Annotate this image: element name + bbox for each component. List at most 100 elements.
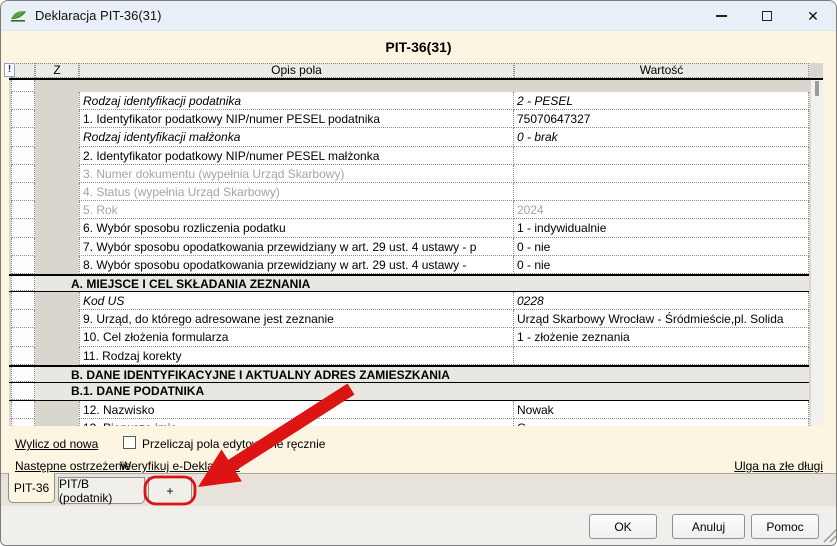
row-indicator-cell <box>11 128 35 147</box>
field-value[interactable]: 75070647327 <box>514 110 809 129</box>
table-row[interactable]: 9. Urząd, do którego adresowane jest zez… <box>9 310 809 329</box>
field-value[interactable]: G <box>514 419 809 426</box>
declaration-table: ! Z Opis pola Wartość Rodzaj identyfikac… <box>4 63 823 426</box>
row-indicator-cell <box>11 182 35 202</box>
titlebar: Deklaracja PIT-36(31) ✕ <box>1 1 836 31</box>
form-content: PIT-36(31) ! Z Opis pola Wartość Rodzaj … <box>1 31 836 473</box>
field-value[interactable]: Urząd Skarbowy Wrocław - Śródmieście,pl.… <box>514 310 809 329</box>
row-indicator-cell <box>11 275 35 292</box>
close-icon: ✕ <box>807 8 819 24</box>
table-header-row: Z Opis pola Wartość <box>9 63 823 80</box>
field-label: 13. Pierwsze imię <box>79 419 514 426</box>
section-header-row: B. DANE IDENTYFIKACYJNE I AKTUALNY ADRES… <box>9 364 809 383</box>
manual-recalc-checkbox[interactable] <box>123 436 136 449</box>
cancel-button[interactable]: Anuluj <box>672 514 745 539</box>
table-body: Rodzaj identyfikacji podatnika 2 - PESEL 1… <box>9 80 811 426</box>
maximize-icon <box>762 11 772 21</box>
section-title: A. MIEJSCE I CEL SKŁADANIA ZEZNANIA <box>35 275 809 292</box>
table-row[interactable]: 12. Nazwisko Nowak <box>9 401 809 420</box>
window-title: Deklaracja PIT-36(31) <box>35 8 162 23</box>
field-value[interactable]: 0 - nie <box>514 237 809 256</box>
field-label: 6. Wybór sposobu rozliczenia podatku <box>79 219 514 238</box>
field-value[interactable]: 2024 <box>514 201 809 220</box>
table-row[interactable]: 6. Wybór sposobu rozliczenia podatku 1 - … <box>9 219 809 238</box>
ok-button[interactable]: OK <box>589 514 657 539</box>
link-verify-edeclaration[interactable]: Weryfikuj e-Deklaracje <box>120 459 240 473</box>
spacer-row <box>9 80 809 92</box>
row-indicator-cell <box>11 237 35 256</box>
row-indicator-cell <box>11 164 35 183</box>
table-row[interactable]: Rodzaj identyfikacji podatnika 2 - PESEL <box>9 92 809 111</box>
tab-strip: PIT-36 PIT/B (podatnik) + <box>1 473 836 506</box>
field-label: 1. Identyfikator podatkowy NIP/numer PES… <box>79 110 514 129</box>
field-label: 8. Wybór sposobu opodatkowania przewidzi… <box>79 255 514 274</box>
table-row[interactable]: 11. Rodzaj korekty <box>9 346 809 365</box>
link-bad-debt-relief[interactable]: Ulga na złe długi <box>734 459 823 473</box>
field-label: 3. Numer dokumentu (wypełnia Urząd Skarb… <box>79 164 514 183</box>
tab-add-attachment[interactable]: + <box>148 477 192 504</box>
row-indicator-cell <box>11 219 35 238</box>
table-row[interactable]: 5. Rok 2024 <box>9 201 809 220</box>
close-button[interactable]: ✕ <box>790 1 836 31</box>
field-value[interactable] <box>514 146 809 165</box>
header-opis-pola: Opis pola <box>79 63 514 78</box>
field-value[interactable] <box>514 346 809 365</box>
table-row[interactable]: 4. Status (wypełnia Urząd Skarbowy) <box>9 182 809 202</box>
row-indicator-cell <box>11 383 35 401</box>
manual-recalc-checkbox-label: Przeliczaj pola edytowalne ręcznie <box>142 437 326 451</box>
field-label: Kod US <box>79 292 514 311</box>
row-indicator-cell <box>11 401 35 420</box>
field-label: 2. Identyfikator podatkowy NIP/numer PES… <box>79 146 514 165</box>
row-indicator-cell <box>11 419 35 426</box>
section-header-row: A. MIEJSCE I CEL SKŁADANIA ZEZNANIA <box>9 273 809 293</box>
window-controls: ✕ <box>698 1 836 31</box>
header-wartosc: Wartość <box>514 63 809 78</box>
field-value[interactable] <box>514 182 809 202</box>
field-value[interactable]: 1 - indywidualnie <box>514 219 809 238</box>
field-value[interactable] <box>514 164 809 183</box>
table-row[interactable]: 8. Wybór sposobu opodatkowania przewidzi… <box>9 255 809 274</box>
help-button[interactable]: Pomoc <box>751 514 819 539</box>
maximize-button[interactable] <box>744 1 790 31</box>
minimize-button[interactable] <box>698 1 744 31</box>
dialog-window: Deklaracja PIT-36(31) ✕ PIT-36(31) ! Z O… <box>0 0 837 546</box>
app-logo-icon <box>10 8 27 24</box>
scrollbar-thumb[interactable] <box>815 81 819 96</box>
table-row[interactable]: Kod US 0228 <box>9 292 809 311</box>
button-bar: OK Anuluj Pomoc <box>1 506 836 545</box>
vertical-scrollbar[interactable] <box>811 80 823 426</box>
row-indicator-cell <box>11 110 35 129</box>
field-value[interactable]: 0 - brak <box>514 128 809 147</box>
row-indicator-cell <box>11 92 35 111</box>
field-label: 10. Cel złożenia formularza <box>79 328 514 347</box>
tab-pitb-podatnik[interactable]: PIT/B (podatnik) <box>58 477 145 505</box>
link-next-warning[interactable]: Następne ostrzeżenie <box>15 459 131 473</box>
table-row[interactable]: Rodzaj identyfikacji małżonka 0 - brak <box>9 128 809 147</box>
field-value[interactable]: 1 - złożenie zeznania <box>514 328 809 347</box>
field-value[interactable]: 0228 <box>514 292 809 311</box>
row-indicator-cell <box>11 366 35 382</box>
field-label: 11. Rodzaj korekty <box>79 346 514 365</box>
link-recalculate[interactable]: Wylicz od nowa <box>15 437 98 451</box>
section-title: B. DANE IDENTYFIKACYJNE I AKTUALNY ADRES… <box>35 366 809 382</box>
row-indicator-cell <box>11 146 35 165</box>
section-title: B.1. DANE PODATNIKA <box>35 383 809 401</box>
field-label: 7. Wybór sposobu opodatkowania przewidzi… <box>79 237 514 256</box>
field-value[interactable]: 0 - nie <box>514 255 809 274</box>
field-label: 12. Nazwisko <box>79 401 514 420</box>
table-row[interactable]: 13. Pierwsze imięG <box>9 419 809 426</box>
header-z: Z <box>35 63 79 78</box>
field-label: 5. Rok <box>79 201 514 220</box>
row-indicator-cell <box>11 328 35 347</box>
table-row[interactable]: 1. Identyfikator podatkowy NIP/numer PES… <box>9 110 809 129</box>
tab-pit36[interactable]: PIT-36 <box>8 473 55 503</box>
table-row[interactable]: 2. Identyfikator podatkowy NIP/numer PES… <box>9 146 809 165</box>
table-row[interactable]: 10. Cel złożenia formularza 1 - złożenie … <box>9 328 809 347</box>
table-row[interactable]: 7. Wybór sposobu opodatkowania przewidzi… <box>9 237 809 256</box>
warning-icon: ! <box>4 63 15 77</box>
field-value[interactable]: 2 - PESEL <box>514 92 809 111</box>
field-label: 4. Status (wypełnia Urząd Skarbowy) <box>79 182 514 202</box>
row-indicator-cell <box>11 292 35 311</box>
table-row[interactable]: 3. Numer dokumentu (wypełnia Urząd Skarb… <box>9 164 809 183</box>
field-value[interactable]: Nowak <box>514 401 809 420</box>
